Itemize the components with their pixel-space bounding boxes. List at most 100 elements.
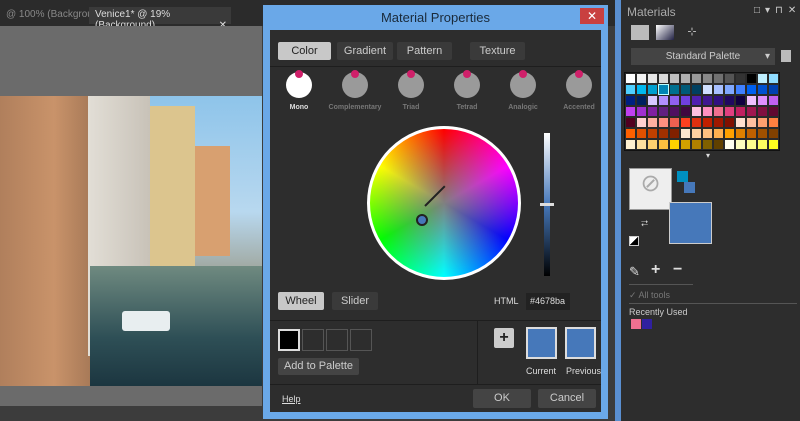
harmony-triad[interactable]: Triad <box>384 70 438 111</box>
palette-swatch[interactable] <box>768 84 779 95</box>
palette-swatch[interactable] <box>746 139 757 150</box>
add-to-palette-button[interactable]: Add to Palette <box>278 358 359 375</box>
palette-swatch[interactable] <box>669 73 680 84</box>
palette-swatch[interactable] <box>658 106 669 117</box>
add-icon[interactable]: + <box>651 261 660 279</box>
palette-swatch[interactable] <box>768 106 779 117</box>
palette-swatch[interactable] <box>680 95 691 106</box>
palette-swatch[interactable] <box>658 128 669 139</box>
palette-swatch[interactable] <box>680 84 691 95</box>
gradient-view-icon[interactable] <box>656 25 674 40</box>
palette-swatch[interactable] <box>669 128 680 139</box>
custom-swatch[interactable] <box>326 329 348 351</box>
palette-swatch[interactable] <box>724 128 735 139</box>
palette-swatch[interactable] <box>625 84 636 95</box>
palette-swatch[interactable] <box>625 73 636 84</box>
wheel-handle[interactable] <box>416 214 428 226</box>
palette-swatch[interactable] <box>669 117 680 128</box>
palette-swatch[interactable] <box>724 95 735 106</box>
palette-swatch[interactable] <box>658 73 669 84</box>
palette-swatch[interactable] <box>647 139 658 150</box>
palette-swatch[interactable] <box>647 95 658 106</box>
palette-swatch[interactable] <box>625 128 636 139</box>
palette-swatch[interactable] <box>636 73 647 84</box>
palette-swatch[interactable] <box>691 84 702 95</box>
harmony-accented[interactable]: Accented <box>552 70 606 111</box>
foreground-material-swatch[interactable] <box>669 202 712 244</box>
palette-swatch[interactable] <box>647 84 658 95</box>
panel-controls[interactable]: □▾⊓✕ <box>754 5 800 16</box>
background-material-swatch[interactable]: ⊘ <box>629 168 672 210</box>
palette-swatch[interactable] <box>636 139 647 150</box>
wheel-mode-button[interactable]: Wheel <box>278 292 324 310</box>
palette-swatch[interactable] <box>636 128 647 139</box>
palette-swatch[interactable] <box>647 106 658 117</box>
palette-swatch[interactable] <box>746 95 757 106</box>
palette-swatch[interactable] <box>647 73 658 84</box>
palette-swatch[interactable] <box>680 139 691 150</box>
palette-swatch[interactable] <box>713 95 724 106</box>
palette-swatch[interactable] <box>757 117 768 128</box>
previous-color-swatch[interactable] <box>565 327 596 359</box>
palette-swatch[interactable] <box>625 95 636 106</box>
palette-swatch[interactable] <box>669 139 680 150</box>
tab-texture[interactable]: Texture <box>470 42 525 60</box>
palette-swatch[interactable] <box>768 73 779 84</box>
palette-swatch[interactable] <box>713 84 724 95</box>
palette-swatch[interactable] <box>713 117 724 128</box>
palette-swatch[interactable] <box>724 73 735 84</box>
palette-swatch[interactable] <box>757 106 768 117</box>
palette-swatch[interactable] <box>691 106 702 117</box>
help-link[interactable]: Help <box>282 394 301 404</box>
palette-swatch[interactable] <box>636 106 647 117</box>
harmony-tetrad[interactable]: Tetrad <box>440 70 494 111</box>
harmony-analogic[interactable]: Analogic <box>496 70 550 111</box>
background-color-chip[interactable] <box>677 171 688 182</box>
palette-swatch[interactable] <box>691 73 702 84</box>
palette-swatch[interactable] <box>746 73 757 84</box>
palette-swatch[interactable] <box>702 84 713 95</box>
eyedropper-icon[interactable]: ✎ <box>629 264 640 280</box>
all-tools-checkbox[interactable]: ✓ All tools <box>629 290 670 301</box>
palette-swatch[interactable] <box>702 95 713 106</box>
palette-swatch[interactable] <box>713 128 724 139</box>
html-color-input[interactable]: #4678ba <box>526 293 570 310</box>
palette-swatch[interactable] <box>625 106 636 117</box>
palette-swatch[interactable] <box>768 128 779 139</box>
palette-swatch[interactable] <box>636 95 647 106</box>
tab-gradient[interactable]: Gradient <box>337 42 393 60</box>
custom-swatch[interactable] <box>278 329 300 351</box>
palette-swatch[interactable] <box>768 95 779 106</box>
palette-swatch[interactable] <box>636 117 647 128</box>
add-color-button[interactable]: + <box>494 328 514 348</box>
palette-swatch[interactable] <box>702 128 713 139</box>
palette-swatch[interactable] <box>691 128 702 139</box>
palette-swatch[interactable] <box>735 84 746 95</box>
palette-swatch[interactable] <box>724 84 735 95</box>
palette-swatch[interactable] <box>680 128 691 139</box>
palette-swatch[interactable] <box>724 139 735 150</box>
recent-color-swatch[interactable] <box>631 319 641 329</box>
palette-swatch[interactable] <box>691 117 702 128</box>
palette-view-icon[interactable] <box>631 25 649 40</box>
palette-swatch[interactable] <box>735 117 746 128</box>
palette-swatch[interactable] <box>735 139 746 150</box>
palette-swatch[interactable] <box>669 106 680 117</box>
palette-swatch[interactable] <box>680 117 691 128</box>
palette-swatch[interactable] <box>724 117 735 128</box>
palette-swatch[interactable] <box>669 95 680 106</box>
expand-palette-icon[interactable]: ▾ <box>706 151 710 160</box>
slider-mode-button[interactable]: Slider <box>332 292 378 310</box>
tab-color[interactable]: Color <box>278 42 331 60</box>
brightness-slider[interactable] <box>540 133 554 276</box>
harmony-mono[interactable]: Mono <box>272 70 326 111</box>
palette-swatch[interactable] <box>735 128 746 139</box>
palette-swatch[interactable] <box>625 139 636 150</box>
ok-button[interactable]: OK <box>473 389 531 408</box>
palette-swatch[interactable] <box>746 106 757 117</box>
color-wheel[interactable] <box>367 126 521 280</box>
palette-swatch[interactable] <box>702 73 713 84</box>
palette-swatch[interactable] <box>735 106 746 117</box>
close-button[interactable]: ✕ <box>580 8 604 24</box>
custom-swatch[interactable] <box>302 329 324 351</box>
